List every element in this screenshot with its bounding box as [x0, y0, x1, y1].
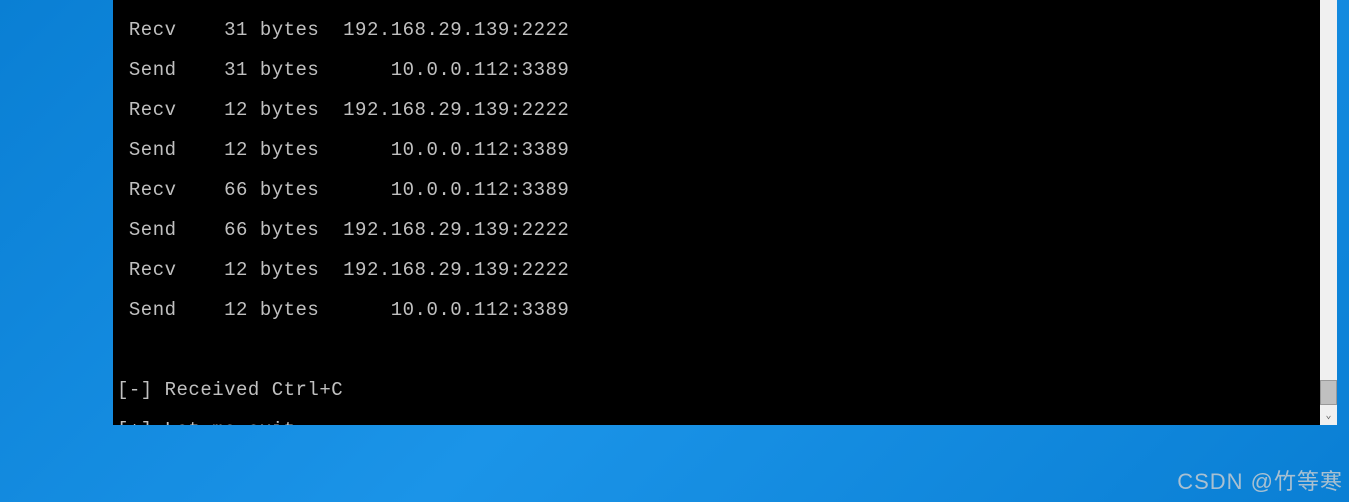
terminal-line: Recv 31 bytes 192.168.29.139:2222: [117, 20, 1305, 40]
terminal-line: Send 66 bytes 192.168.29.139:2222: [117, 220, 1305, 240]
scrollbar-thumb[interactable]: [1320, 380, 1337, 405]
scrollbar-track[interactable]: [1320, 0, 1337, 425]
terminal-output: Recv 31 bytes 192.168.29.139:2222 Send 3…: [113, 0, 1309, 425]
terminal-blank-line: [117, 340, 1305, 360]
scrollbar-down-button[interactable]: ⌄: [1320, 408, 1337, 425]
terminal-line: Send 12 bytes 10.0.0.112:3389: [117, 300, 1305, 320]
terminal-line: Send 31 bytes 10.0.0.112:3389: [117, 60, 1305, 80]
terminal-line: [+] Let me exit ......: [117, 420, 1305, 425]
terminal-line: Recv 12 bytes 192.168.29.139:2222: [117, 260, 1305, 280]
terminal-line: Send 12 bytes 10.0.0.112:3389: [117, 140, 1305, 160]
terminal-line: Recv 12 bytes 192.168.29.139:2222: [117, 100, 1305, 120]
scrollbar-vertical[interactable]: ⌄: [1320, 0, 1337, 425]
terminal-line: Recv 66 bytes 10.0.0.112:3389: [117, 180, 1305, 200]
terminal-line: [-] Received Ctrl+C: [117, 380, 1305, 400]
watermark-text: CSDN @竹等寒: [1177, 464, 1343, 496]
terminal-window: Recv 31 bytes 192.168.29.139:2222 Send 3…: [113, 0, 1337, 425]
